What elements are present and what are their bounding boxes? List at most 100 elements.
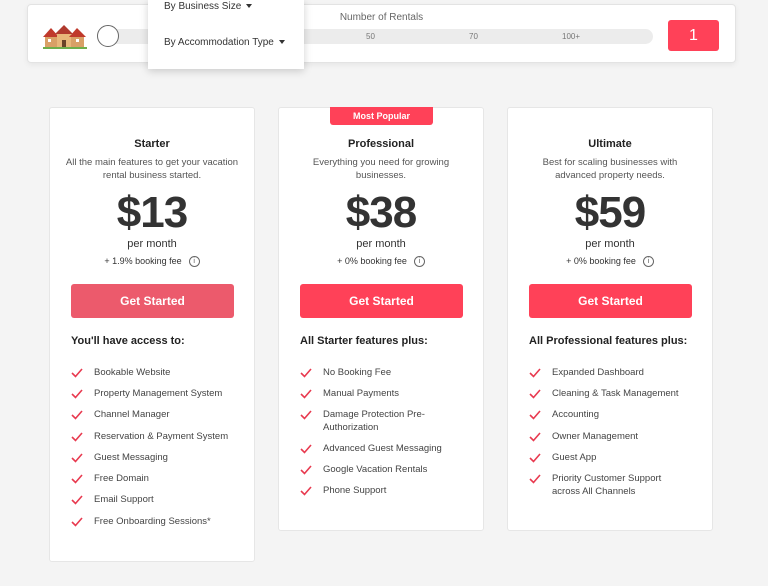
info-icon[interactable]: i [642,256,654,268]
check-icon [71,389,83,399]
check-icon [71,474,83,484]
booking-fee-text: + 0% booking fee [566,256,636,266]
check-icon [529,453,541,463]
caret-down-icon [246,4,253,9]
feature-label: Damage Protection Pre-Authorization [323,409,425,433]
feature-label: Google Vacation Rentals [323,464,428,475]
rental-count-value[interactable]: 1 [668,20,719,51]
info-icon[interactable]: i [188,256,200,268]
plan-description: Everything you need for growing business… [312,157,450,181]
feature-label: No Booking Fee [323,367,392,378]
rentals-slider-panel: Number of Rentals 50 70 100+ 1 [27,4,736,63]
slider-tick-50: 50 [366,32,375,41]
get-started-button[interactable]: Get Started [71,284,234,318]
slider-title: Number of Rentals [339,12,424,23]
dropdown-item-label: By Accommodation Type [164,37,274,48]
price-period: per month [127,238,177,250]
dropdown-item-business-size[interactable]: By Business Size [164,1,253,12]
list-item: Accounting [529,409,599,422]
booking-fee: + 0% booking fee i [279,256,483,268]
feature-label: Expanded Dashboard [552,367,644,378]
booking-fee: + 0% booking fee i [508,256,712,268]
check-icon [71,495,83,505]
check-icon [300,368,312,378]
plan-price: $38 [345,188,417,237]
get-started-button[interactable]: Get Started [529,284,692,318]
list-item: Owner Management [529,431,638,444]
list-item: Expanded Dashboard [529,367,644,380]
caret-down-icon [278,40,285,45]
check-icon [300,465,312,475]
check-icon [529,368,541,378]
feature-label: Guest App [552,452,597,463]
list-item: Damage Protection Pre-Authorization [300,409,425,434]
plan-description: All the main features to get your vacati… [65,157,239,181]
check-icon [300,486,312,496]
most-popular-badge: Most Popular [330,107,433,125]
list-item: Priority Customer Support across All Cha… [529,473,669,498]
feature-label: Accounting [552,409,600,420]
list-item: Advanced Guest Messaging [300,443,442,456]
plan-price: $59 [574,188,646,237]
info-icon[interactable]: i [413,256,425,268]
feature-label: Bookable Website [94,367,171,378]
check-icon [71,410,83,420]
list-item: Email Support [71,494,154,507]
list-item: Free Onboarding Sessions* [71,516,211,529]
feature-label: Reservation & Payment System [94,431,229,442]
features-heading: All Professional features plus: [529,335,688,347]
plan-description: Best for scaling businesses with advance… [542,157,678,181]
check-icon [529,432,541,442]
price-period: per month [356,238,406,250]
slider-tick-70: 70 [469,32,478,41]
feature-label: Phone Support [323,485,387,496]
plan-name: Professional [347,138,415,150]
dropdown-item-label: By Business Size [164,1,242,12]
plan-name: Starter [134,138,170,150]
list-item: Manual Payments [300,388,399,401]
check-icon [300,444,312,454]
features-heading: You'll have access to: [71,335,185,347]
feature-label: Advanced Guest Messaging [323,443,442,454]
filter-dropdown-menu: By Business Size By Accommodation Type [148,0,304,69]
feature-label: Free Domain [94,473,149,484]
list-item: Bookable Website [71,367,170,380]
check-icon [71,517,83,527]
feature-label: Property Management System [94,388,223,399]
check-icon [71,368,83,378]
list-item: Google Vacation Rentals [300,464,427,477]
list-item: No Booking Fee [300,367,391,380]
plan-card-starter: Starter All the main features to get you… [49,107,255,562]
check-icon [300,410,312,420]
check-icon [529,474,541,484]
check-icon [529,410,541,420]
check-icon [300,389,312,399]
feature-label: Owner Management [552,431,639,442]
dropdown-item-accommodation-type[interactable]: By Accommodation Type [164,37,285,48]
price-period: per month [585,238,635,250]
feature-label: Guest Messaging [94,452,168,463]
feature-label: Manual Payments [323,388,400,399]
plan-card-ultimate: Ultimate Best for scaling businesses wit… [507,107,713,531]
plan-price: $13 [116,188,188,237]
slider-handle[interactable] [97,25,119,47]
check-icon [71,432,83,442]
list-item: Channel Manager [71,409,170,422]
get-started-button[interactable]: Get Started [300,284,463,318]
list-item: Free Domain [71,473,149,486]
feature-label: Channel Manager [94,409,170,420]
check-icon [529,389,541,399]
list-item: Property Management System [71,388,222,401]
booking-fee: + 1.9% booking fee i [50,256,254,268]
feature-label: Cleaning & Task Management [552,388,679,399]
feature-label: Free Onboarding Sessions* [94,516,211,527]
booking-fee-text: + 0% booking fee [337,256,407,266]
list-item: Phone Support [300,485,386,498]
list-item: Guest Messaging [71,452,168,465]
feature-label: Email Support [94,494,154,505]
feature-label: Priority Customer Support across All Cha… [552,473,662,497]
list-item: Cleaning & Task Management [529,388,679,401]
features-heading: All Starter features plus: [300,335,428,347]
list-item: Guest App [529,452,596,465]
booking-fee-text: + 1.9% booking fee [104,256,182,266]
